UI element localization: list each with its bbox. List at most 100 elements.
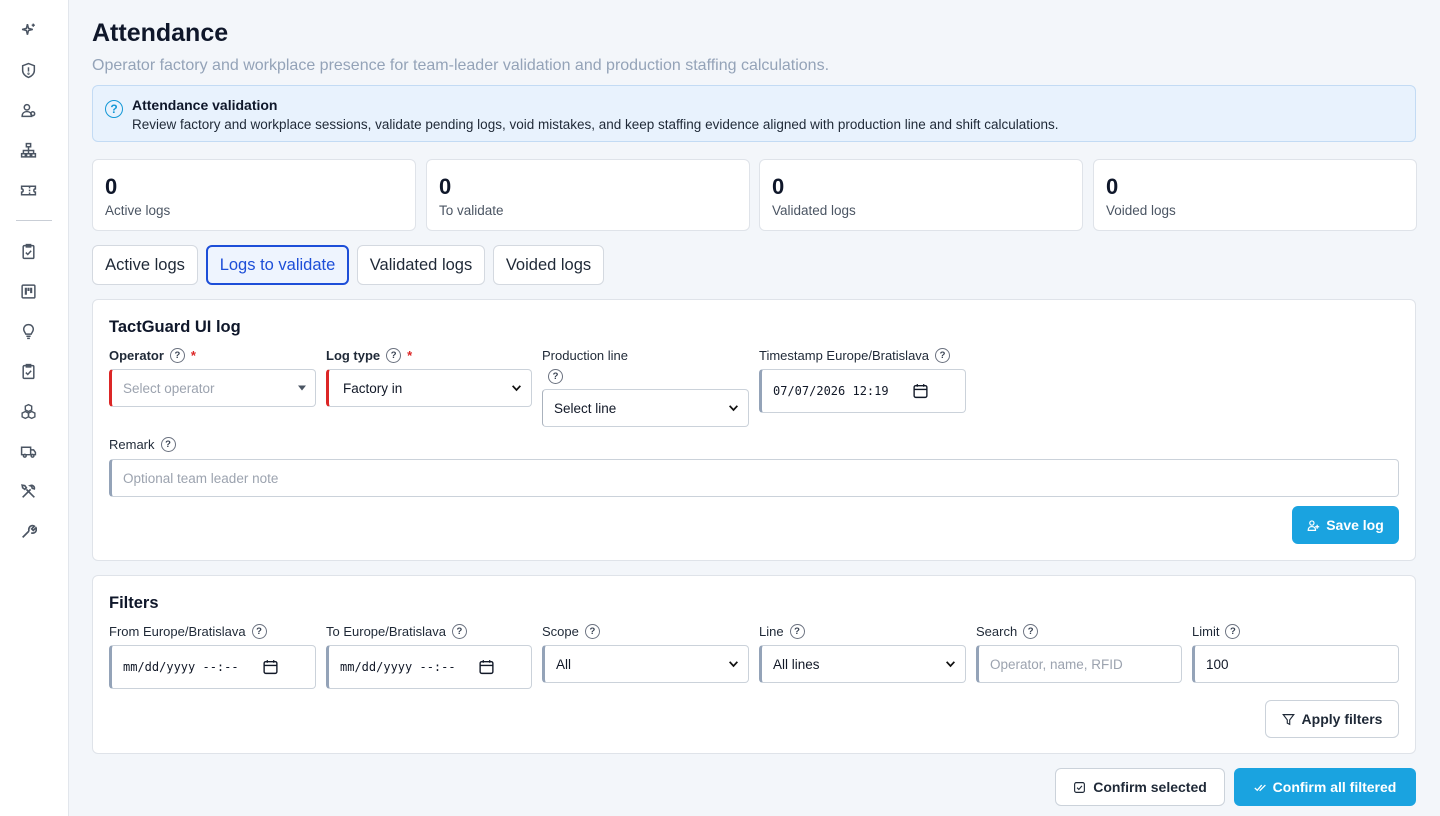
clipboard-check-icon[interactable] xyxy=(18,241,38,261)
to-label: To Europe/Bratislava ? xyxy=(326,624,467,639)
info-text: Review factory and workplace sessions, v… xyxy=(132,117,1059,132)
sparkle-icon[interactable] xyxy=(18,20,38,40)
help-icon[interactable]: ? xyxy=(169,348,185,363)
help-icon[interactable]: ? xyxy=(548,369,563,384)
required-mark: * xyxy=(407,348,413,363)
calendar-icon[interactable] xyxy=(262,659,279,676)
to-label-text: To Europe/Bratislava xyxy=(326,624,446,639)
tab-logs-to-validate[interactable]: Logs to validate xyxy=(206,245,349,285)
scope-select[interactable]: All xyxy=(542,645,749,683)
apply-filters-button[interactable]: Apply filters xyxy=(1265,700,1399,738)
search-label: Search ? xyxy=(976,624,1039,639)
to-date-input[interactable]: mm/dd/yyyy --:-- xyxy=(326,645,532,689)
scope-value: All xyxy=(556,656,572,672)
user-plus-icon xyxy=(1307,519,1320,531)
tab-validated-logs[interactable]: Validated logs xyxy=(357,245,485,285)
stat-label: Voided logs xyxy=(1106,203,1176,218)
scope-label-text: Scope xyxy=(542,624,579,639)
timestamp-value: 07/07/2026 12:19 xyxy=(773,384,889,398)
stat-label: Validated logs xyxy=(772,203,856,218)
stat-value: 0 xyxy=(772,174,785,199)
page-title: Attendance xyxy=(92,19,229,47)
filters-title: Filters xyxy=(109,594,159,612)
line-select[interactable]: All lines xyxy=(759,645,966,683)
help-icon[interactable]: ? xyxy=(160,437,176,452)
stat-value: 0 xyxy=(1106,174,1119,199)
log-type-label: Log type ? * xyxy=(326,348,412,363)
apply-filters-label: Apply filters xyxy=(1301,711,1383,727)
limit-label-text: Limit xyxy=(1192,624,1220,639)
help-icon[interactable]: ? xyxy=(789,624,805,639)
save-log-button[interactable]: Save log xyxy=(1292,506,1399,544)
confirm-all-filtered-button[interactable]: Confirm all filtered xyxy=(1234,768,1416,806)
checkbox-icon xyxy=(1074,781,1086,793)
chevron-down-icon xyxy=(729,661,738,668)
log-type-select[interactable]: Factory in xyxy=(326,369,532,407)
info-title: Attendance validation xyxy=(132,97,278,113)
stat-value: 0 xyxy=(439,174,452,199)
org-chart-icon[interactable] xyxy=(18,140,38,160)
confirm-all-filtered-label: Confirm all filtered xyxy=(1272,779,1397,795)
remark-placeholder: Optional team leader note xyxy=(123,470,279,486)
clipboard-icon[interactable] xyxy=(18,361,38,381)
help-icon[interactable]: ? xyxy=(1023,624,1039,639)
help-icon[interactable]: ? xyxy=(451,624,467,639)
operator-label-text: Operator xyxy=(109,348,164,363)
from-label: From Europe/Bratislava ? xyxy=(109,624,267,639)
to-placeholder: mm/dd/yyyy --:-- xyxy=(340,660,456,674)
sidebar xyxy=(0,0,69,816)
timestamp-label-text: Timestamp Europe/Bratislava xyxy=(759,348,930,363)
chevron-down-icon xyxy=(729,405,738,412)
search-placeholder: Operator, name, RFID xyxy=(990,656,1123,672)
tab-active-logs[interactable]: Active logs xyxy=(92,245,198,285)
help-icon[interactable]: ? xyxy=(1225,624,1241,639)
stat-value: 0 xyxy=(105,174,118,199)
help-icon[interactable]: ? xyxy=(935,348,951,363)
from-date-input[interactable]: mm/dd/yyyy --:-- xyxy=(109,645,316,689)
limit-input[interactable]: 100 xyxy=(1192,645,1399,683)
calendar-icon[interactable] xyxy=(912,383,929,400)
confirm-selected-button[interactable]: Confirm selected xyxy=(1055,768,1225,806)
filter-icon xyxy=(1281,713,1295,725)
required-mark: * xyxy=(190,348,196,363)
timestamp-label: Timestamp Europe/Bratislava ? xyxy=(759,348,951,363)
stat-label: To validate xyxy=(439,203,504,218)
boxes-icon[interactable] xyxy=(18,401,38,421)
truck-icon[interactable] xyxy=(18,441,38,461)
tab-voided-logs[interactable]: Voided logs xyxy=(493,245,604,285)
remark-input[interactable]: Optional team leader note xyxy=(109,459,1399,497)
help-icon[interactable]: ? xyxy=(584,624,600,639)
confirm-selected-label: Confirm selected xyxy=(1093,779,1207,795)
users-icon[interactable] xyxy=(18,100,38,120)
lightbulb-icon[interactable] xyxy=(18,321,38,341)
timestamp-input[interactable]: 07/07/2026 12:19 xyxy=(759,369,966,413)
limit-label: Limit ? xyxy=(1192,624,1241,639)
shield-icon[interactable] xyxy=(18,60,38,80)
log-type-label-text: Log type xyxy=(326,348,381,363)
line-label-text: Line xyxy=(759,624,784,639)
tools-icon[interactable] xyxy=(18,481,38,501)
production-line-select[interactable]: Select line xyxy=(542,389,749,427)
operator-label: Operator ? * xyxy=(109,348,196,363)
production-line-label: Production line xyxy=(542,348,628,363)
production-line-value: Select line xyxy=(554,400,617,416)
double-check-icon xyxy=(1254,784,1266,791)
limit-value: 100 xyxy=(1206,656,1229,672)
calendar-icon[interactable] xyxy=(478,659,495,676)
help-icon[interactable]: ? xyxy=(386,348,402,363)
sidebar-divider xyxy=(16,220,52,221)
ticket-icon[interactable] xyxy=(18,180,38,200)
stat-card-voided: 0 Voided logs xyxy=(1093,159,1417,231)
search-input[interactable]: Operator, name, RFID xyxy=(976,645,1182,683)
help-circle-icon: ? xyxy=(105,100,123,118)
kanban-icon[interactable] xyxy=(18,281,38,301)
line-label: Line ? xyxy=(759,624,805,639)
scope-label: Scope ? xyxy=(542,624,600,639)
wrench-icon[interactable] xyxy=(18,521,38,541)
from-label-text: From Europe/Bratislava xyxy=(109,624,246,639)
log-form-title: TactGuard UI log xyxy=(109,318,241,336)
from-placeholder: mm/dd/yyyy --:-- xyxy=(123,660,239,674)
help-icon[interactable]: ? xyxy=(251,624,267,639)
operator-placeholder: Select operator xyxy=(123,380,215,396)
operator-select[interactable]: Select operator xyxy=(109,369,316,407)
